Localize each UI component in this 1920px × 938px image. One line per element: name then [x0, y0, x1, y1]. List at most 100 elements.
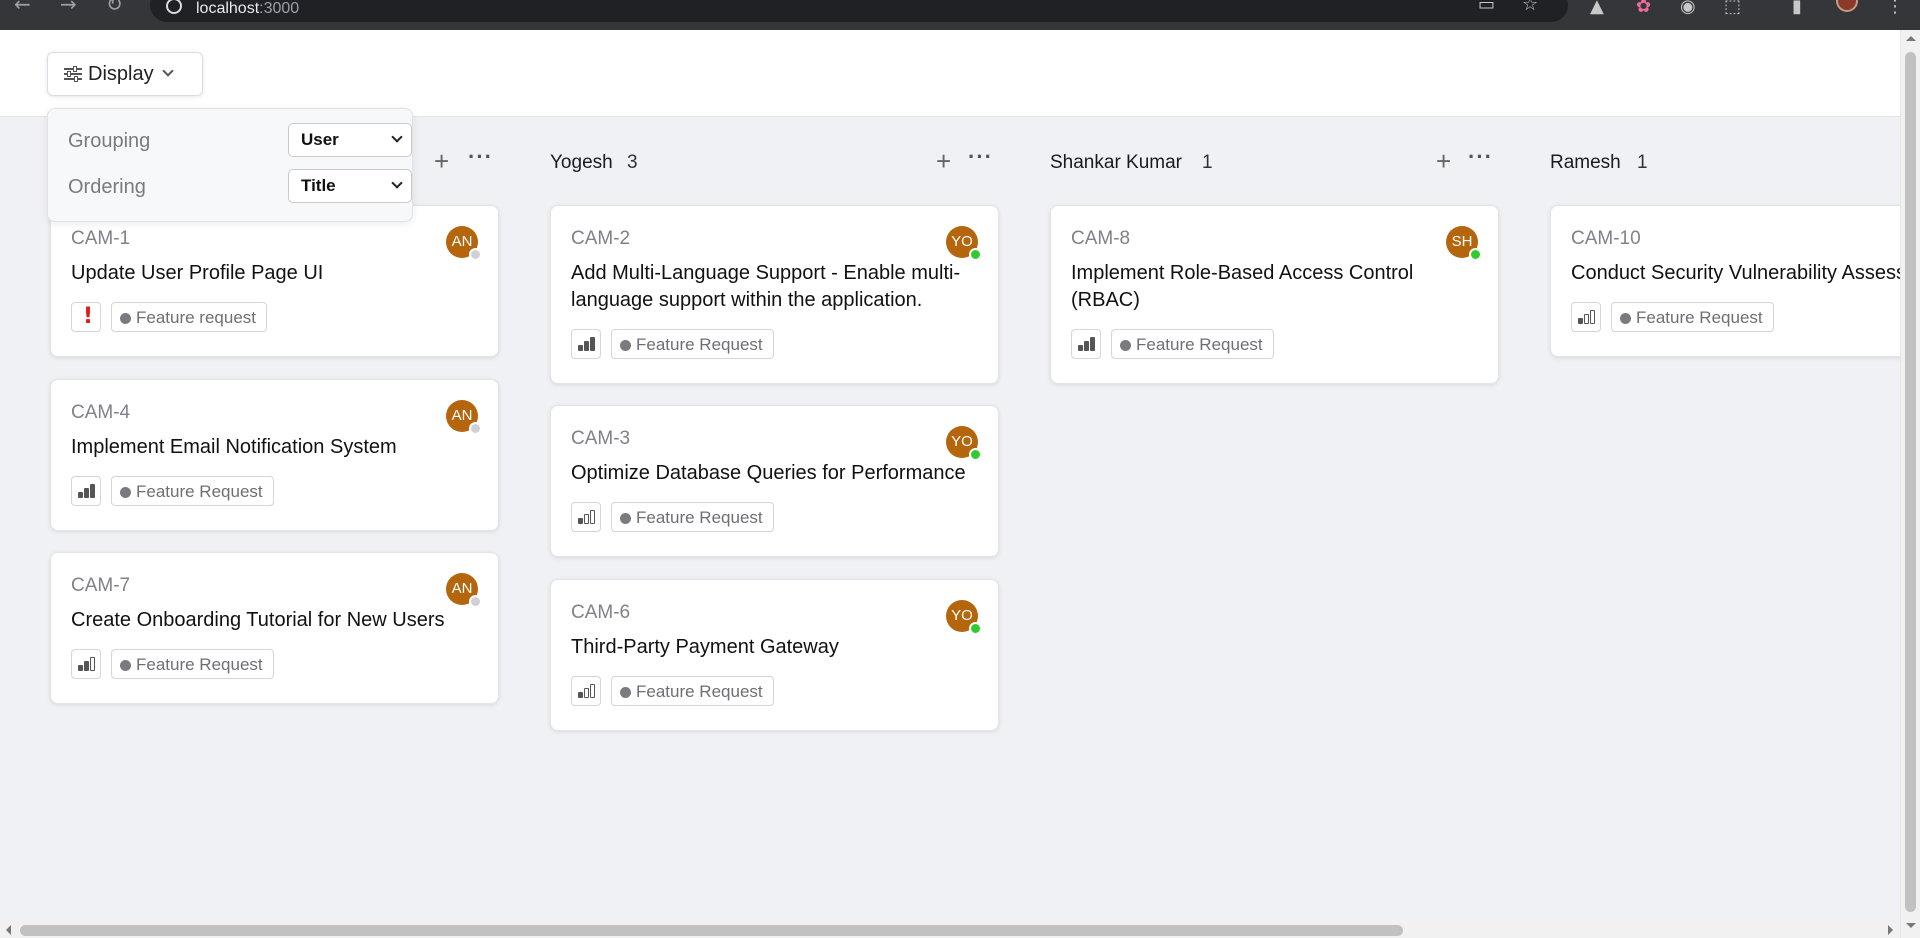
ellipsis-icon[interactable]: ···: [468, 144, 493, 170]
issue-card[interactable]: CAM-2 Add Multi-Language Support - Enabl…: [550, 205, 999, 384]
ellipsis-icon[interactable]: ···: [1468, 144, 1493, 170]
label-dot: [120, 660, 131, 671]
extension-icon[interactable]: ◉: [1680, 0, 1696, 17]
label-text: Feature Request: [136, 655, 263, 674]
grouping-label: Grouping: [68, 130, 151, 152]
issue-title: Optimize Database Queries for Performanc…: [571, 462, 966, 484]
scroll-right-icon[interactable]: [1888, 925, 1893, 935]
avatar: YO: [946, 226, 982, 261]
status-dot: [969, 448, 982, 461]
plus-icon[interactable]: +: [1436, 146, 1451, 177]
issue-card[interactable]: CAM-10 Conduct Security Vulnerability As…: [1550, 205, 1910, 357]
toolbar: [0, 30, 1900, 117]
site-info-icon[interactable]: [166, 0, 182, 14]
avatar-initials: AN: [451, 407, 473, 424]
issue-card[interactable]: CAM-8 Implement Role-Based Access Contro…: [1050, 205, 1499, 384]
label-dot: [620, 340, 631, 351]
column-count: 3: [627, 152, 638, 173]
scroll-down-icon[interactable]: [1906, 923, 1916, 928]
label-tag[interactable]: Feature request: [111, 302, 268, 332]
label-tag[interactable]: Feature Request: [1111, 329, 1274, 359]
ordering-row: Ordering Title: [68, 169, 412, 203]
priority-urgent-icon[interactable]: !: [71, 302, 101, 332]
ordering-select[interactable]: Title: [288, 169, 412, 203]
status-dot: [469, 422, 482, 435]
issue-card[interactable]: CAM-7 Create Onboarding Tutorial for New…: [50, 552, 499, 704]
priority-low-icon[interactable]: [571, 502, 601, 532]
priority-high-icon[interactable]: [1071, 329, 1101, 359]
issue-title: Update User Profile Page UI: [71, 262, 324, 284]
plus-icon[interactable]: +: [936, 146, 951, 177]
label-tag[interactable]: Feature Request: [111, 649, 274, 679]
grouping-select-value: User: [301, 130, 339, 149]
priority-high-icon[interactable]: [71, 476, 101, 506]
column-title: Shankar Kumar: [1050, 152, 1183, 173]
scroll-up-icon[interactable]: [1906, 36, 1916, 41]
priority-low-icon[interactable]: [1571, 302, 1601, 332]
back-icon[interactable]: ←: [14, 0, 36, 14]
reload-icon[interactable]: ↻: [106, 0, 128, 14]
issue-card[interactable]: CAM-1 Update User Profile Page UI AN ! F…: [50, 205, 499, 357]
issue-title: Add Multi-Language Support - Enable mult…: [571, 262, 961, 311]
cast-icon[interactable]: ▭: [1478, 0, 1495, 15]
column-header: Ramesh 1: [1550, 148, 1890, 178]
label-tag[interactable]: Feature Request: [1611, 302, 1774, 332]
kebab-menu-icon[interactable]: ⋮: [1886, 0, 1904, 17]
label-tag[interactable]: Feature Request: [611, 329, 774, 359]
bookmark-star-icon[interactable]: ☆: [1522, 0, 1538, 15]
url-text: localhost:3000: [196, 0, 300, 17]
ordering-select-value: Title: [301, 176, 336, 195]
priority-medium-icon[interactable]: [71, 649, 101, 679]
display-button[interactable]: Display: [47, 52, 203, 96]
vertical-scrollbar[interactable]: [1900, 30, 1920, 938]
column-header: Yogesh 3 + ···: [550, 144, 1000, 178]
issue-id: CAM-8: [1071, 228, 1131, 249]
chevron-down-icon: [391, 177, 403, 189]
scrollbar-thumb[interactable]: [1905, 52, 1916, 912]
extensions-puzzle-icon[interactable]: ⬚: [1724, 0, 1741, 17]
avatar: AN: [446, 573, 482, 608]
status-dot: [1469, 248, 1482, 261]
avatar: AN: [446, 400, 482, 435]
issue-id: CAM-3: [571, 428, 631, 449]
forward-icon[interactable]: →: [60, 0, 82, 14]
issue-card[interactable]: CAM-4 Implement Email Notification Syste…: [50, 379, 499, 531]
profile-avatar[interactable]: [1836, 0, 1858, 12]
avatar-initials: AN: [451, 233, 473, 250]
grouping-select[interactable]: User: [288, 123, 412, 157]
chevron-down-icon: [161, 65, 174, 77]
label-tag[interactable]: Feature Request: [611, 676, 774, 706]
status-dot: [469, 595, 482, 608]
issue-id: CAM-2: [571, 228, 631, 249]
column-count: 1: [1637, 152, 1648, 173]
horizontal-scrollbar[interactable]: [0, 922, 1900, 938]
plus-icon[interactable]: +: [434, 146, 449, 177]
issue-card[interactable]: CAM-3 Optimize Database Queries for Perf…: [550, 405, 999, 557]
scroll-left-icon[interactable]: [6, 925, 11, 935]
avatar: AN: [446, 226, 482, 261]
label-dot: [1620, 313, 1631, 324]
label-text: Feature Request: [1136, 335, 1263, 354]
scrollbar-thumb[interactable]: [20, 925, 1403, 936]
extension-icon[interactable]: ▲: [1590, 0, 1604, 17]
browser-chrome: ← → ↻ localhost:3000 ▭ ☆ ▲ ✿ ◉ ⬚ ▮ ⋮: [0, 0, 1920, 30]
priority-high-icon[interactable]: [571, 329, 601, 359]
label-tag[interactable]: Feature Request: [111, 476, 274, 506]
issue-id: CAM-7: [71, 575, 131, 596]
ellipsis-icon[interactable]: ···: [968, 144, 993, 170]
label-dot: [620, 687, 631, 698]
issue-card[interactable]: CAM-6 Third-Party Payment Gateway YO Fea…: [550, 579, 999, 731]
extension-icon[interactable]: ✿: [1636, 0, 1651, 17]
issue-title: Third-Party Payment Gateway: [571, 636, 839, 658]
priority-low-icon[interactable]: [571, 676, 601, 706]
avatar-initials: AN: [451, 580, 473, 597]
column-count: 1: [1202, 152, 1213, 173]
issue-id: CAM-10: [1571, 228, 1641, 249]
display-button-label: Display: [88, 62, 154, 85]
label-tag[interactable]: Feature Request: [611, 502, 774, 532]
label-text: Feature Request: [636, 682, 763, 701]
side-panel-icon[interactable]: ▮: [1792, 0, 1802, 17]
address-bar[interactable]: localhost:3000 ▭ ☆: [150, 0, 1568, 22]
avatar: YO: [946, 426, 982, 461]
issue-title: Implement Role-Based Access Control (RBA…: [1071, 262, 1414, 311]
